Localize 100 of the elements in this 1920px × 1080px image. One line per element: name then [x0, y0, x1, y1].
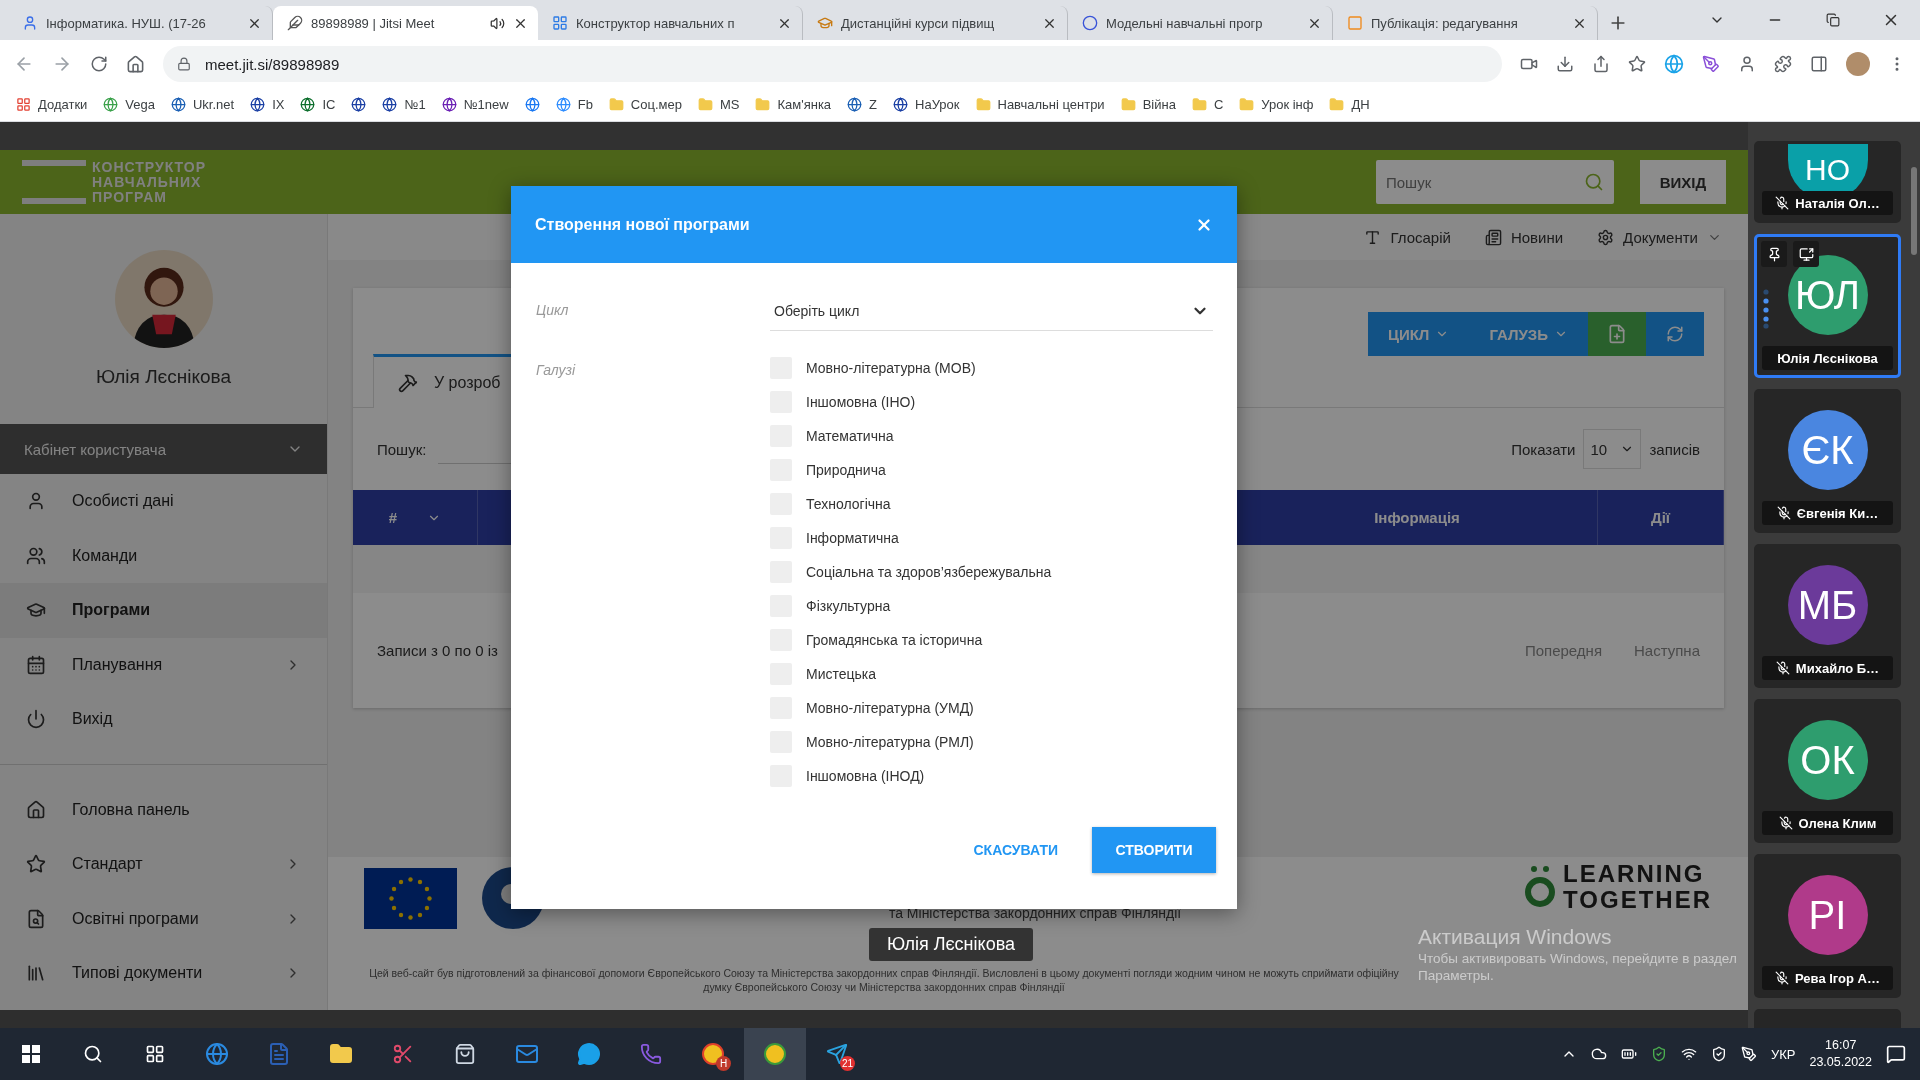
notifications-icon[interactable]	[1886, 1044, 1906, 1064]
restore-icon[interactable]	[1826, 13, 1840, 27]
shield-icon[interactable]	[1710, 1046, 1727, 1062]
mail-icon[interactable]	[515, 1042, 539, 1066]
bookmark[interactable]: IX	[250, 97, 285, 112]
bookmark[interactable]	[524, 97, 540, 112]
menu-item[interactable]: Команди	[0, 528, 327, 583]
clock[interactable]: 16:07 23.05.2022	[1809, 1037, 1872, 1071]
home-icon[interactable]	[126, 54, 145, 74]
logo-text: КОНСТРУКТОР НАВЧАЛЬНИХ ПРОГРАМ	[92, 159, 207, 205]
bookmark[interactable]: Кам'янка	[755, 97, 832, 112]
exit-button[interactable]: ВИХІД	[1640, 160, 1726, 204]
bookmark[interactable]	[351, 97, 367, 112]
bookmark[interactable]: №1	[382, 97, 426, 112]
pen-icon[interactable]	[1740, 1046, 1757, 1062]
page-size-select[interactable]: 10	[1583, 429, 1642, 469]
bookmark[interactable]: Війна	[1120, 97, 1176, 112]
field-label: Галузі	[536, 361, 577, 380]
tools-icon	[398, 372, 418, 393]
screen-share-icon[interactable]	[1798, 246, 1814, 262]
nav-link[interactable]: Документи	[1623, 228, 1698, 246]
document-icon[interactable]	[267, 1042, 291, 1066]
cloud-icon[interactable]	[1590, 1046, 1607, 1062]
panel-icon[interactable]	[1810, 55, 1828, 73]
bookmark[interactable]: Ukr.net	[171, 97, 235, 112]
folder-icon	[1329, 97, 1345, 112]
bookmark[interactable]: Додатки	[16, 97, 88, 112]
nav-link[interactable]: Глосарій	[1390, 228, 1451, 246]
menu-header[interactable]: Кабінет користувача	[0, 424, 327, 474]
browser-tab[interactable]: 89898989 | Jitsi Meet	[273, 6, 538, 40]
participant-tile[interactable]: ЮЛ Юлія Лєснікова	[1754, 234, 1901, 378]
bookmark[interactable]: Z	[847, 97, 878, 112]
bookmark[interactable]: Vega	[103, 97, 155, 112]
participant-tile[interactable]: РІ Рева Ігор А…	[1754, 854, 1901, 998]
partner-text: та Міністерства закордонних справ Фінляндії	[888, 905, 1182, 921]
language-indicator[interactable]: УКР	[1770, 1046, 1796, 1062]
avatar: ОК	[1787, 720, 1868, 800]
browser-icon[interactable]	[701, 1042, 725, 1066]
bookmark[interactable]: №1new	[441, 97, 509, 112]
pin-icon[interactable]	[1766, 246, 1782, 262]
search-icon[interactable]	[83, 1044, 103, 1064]
globe-icon	[250, 97, 266, 112]
audio-level-icon	[1763, 289, 1769, 329]
bookmark[interactable]: Навчальні центри	[975, 97, 1105, 112]
task-view-icon[interactable]	[145, 1044, 165, 1064]
search-field[interactable]: Пошук	[1376, 160, 1614, 204]
cycle-select[interactable]: Оберіть цикл	[770, 291, 1213, 331]
avatar[interactable]	[1846, 52, 1870, 76]
menu-item[interactable]: Головна панель	[0, 782, 327, 837]
menu-item[interactable]: Освітні програми	[0, 891, 327, 946]
menu-item[interactable]: Планування	[0, 637, 327, 692]
bookmark[interactable]: Соц.мер	[608, 97, 682, 112]
scissors-icon[interactable]	[392, 1043, 414, 1065]
folder-icon	[755, 97, 771, 112]
browser-icon[interactable]	[763, 1042, 787, 1066]
user-icon[interactable]	[1738, 55, 1756, 73]
reload-icon[interactable]	[90, 55, 108, 73]
download-icon[interactable]	[1556, 55, 1574, 73]
chat-icon[interactable]	[577, 1042, 601, 1066]
column-header[interactable]: Дії	[1650, 509, 1671, 526]
home-icon	[26, 799, 46, 820]
participant-tile[interactable]: ЄК Євгенія Ки…	[1754, 389, 1901, 533]
bookmark[interactable]: Fb	[555, 97, 593, 112]
bookmark[interactable]: IC	[300, 97, 336, 112]
star-icon	[26, 854, 46, 875]
star-icon[interactable]	[1628, 55, 1646, 73]
browser-icon[interactable]	[205, 1042, 229, 1066]
bookmark[interactable]: MS	[697, 97, 740, 112]
address-field[interactable]: meet.jit.si/89898989	[163, 46, 1502, 82]
bookmark[interactable]: С	[1191, 97, 1224, 112]
participant-tile[interactable]: МБ Михайло Б…	[1754, 544, 1901, 688]
battery-icon[interactable]	[1620, 1046, 1637, 1062]
bookmark[interactable]: НаУрок	[893, 97, 960, 112]
scrollbar[interactable]	[1911, 167, 1917, 255]
puzzle-icon[interactable]	[1774, 55, 1792, 73]
globe-icon[interactable]	[1664, 54, 1684, 74]
wifi-icon[interactable]	[1680, 1046, 1697, 1062]
folder-icon	[608, 97, 624, 112]
column-header[interactable]: Інформація	[1374, 509, 1460, 526]
column-header[interactable]: #	[388, 509, 398, 526]
participant-tile[interactable]: НО Наталія Ол…	[1754, 141, 1901, 223]
share-icon[interactable]	[1592, 55, 1610, 73]
bookmark[interactable]: ДН	[1329, 97, 1370, 112]
phone-icon[interactable]	[640, 1043, 662, 1065]
folder-icon	[1191, 97, 1207, 112]
bag-icon[interactable]	[454, 1043, 476, 1065]
nav-link[interactable]: Новини	[1510, 228, 1564, 246]
windows-start-icon[interactable]	[22, 1045, 40, 1063]
bookmark[interactable]: Урок інф	[1239, 97, 1314, 112]
participant-tile[interactable]: ОК Олена Клим	[1754, 699, 1901, 843]
name-label: Рева Ігор А…	[1762, 966, 1893, 990]
avatar: ЮЛ	[1787, 255, 1868, 335]
folder-icon[interactable]	[329, 1042, 353, 1066]
activation-text: Чтобы активировать Windows, перейдите в раздел	[1418, 951, 1737, 966]
menu-item[interactable]: Стандарт	[0, 837, 327, 892]
menu-item[interactable]: Типові документи	[0, 946, 327, 1001]
page-size-label: Показати	[1511, 440, 1576, 458]
menu-item[interactable]: Вихід	[0, 692, 327, 747]
menu-item[interactable]: Особисті дані	[0, 474, 327, 529]
menu-item[interactable]: Програми	[0, 583, 327, 638]
